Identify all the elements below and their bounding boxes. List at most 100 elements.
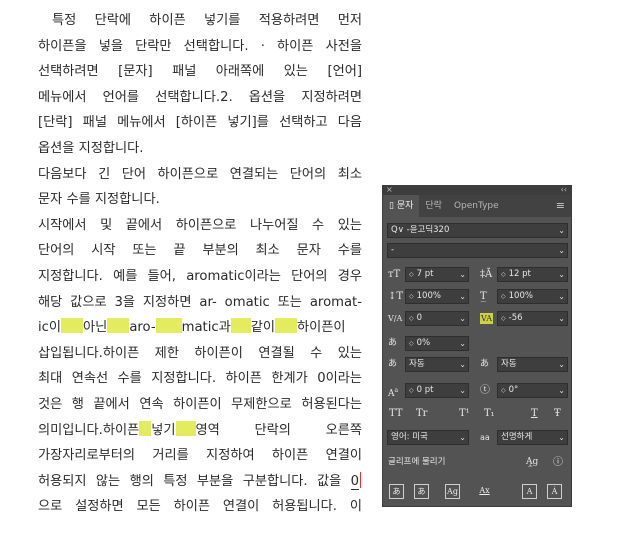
text-run: 해당 값으로 3을 지정하면 ar- omatic 또는 aromat- [38,294,362,310]
highlight-mark [275,318,298,334]
stepper-icon[interactable]: ◇ [501,271,506,278]
text-line: 것은 행 끝에서 연속 하이픈이 무제한으로 허용된다는 [38,392,362,418]
text-line: 의미입니다.하이픈 넣기 영역 단락의 오른쪽 [38,418,362,444]
glyph-icon[interactable]: Ą̲g [526,455,538,470]
text-run: 아닌 [83,320,108,336]
stepper-icon[interactable]: ◇ [501,387,506,394]
aki-right-field[interactable]: 자동 ⌄ [497,357,568,372]
antialias-icon: aa [480,433,490,442]
text-run: 메뉴에서 언어를 선택합니다.2. 옵션을 지정하려면 [38,89,362,105]
highlight-mark [230,318,251,334]
highlight-mark [107,318,130,334]
baseline-shift-icon: Aa [388,387,399,399]
panel-titlebar: × ‹‹ [383,185,571,195]
text-run: aro- [129,320,156,336]
font-size-icon: ᴛT [388,269,401,280]
ascender-button[interactable]: A [522,484,537,499]
em-box-button[interactable]: あ [389,484,404,499]
text-run: 하이픈을 넣을 단락만 선택합니다. · 하이픈 사전을 [38,38,362,54]
font-style-field[interactable]: - ⌄ [387,243,568,258]
aki-left-icon: あ [388,359,398,369]
collapse-icon[interactable]: ‹‹ [561,185,567,194]
chevron-down-icon: ⌄ [459,270,466,279]
text-cursor [360,471,361,488]
vertical-scale-icon: ↕T [388,291,404,302]
text-line: 지정합니다. 예를 들어, aromatic이라는 단어의 경우 [38,264,362,290]
stepper-icon[interactable]: ◇ [409,340,414,347]
baseline-button[interactable]: Ax [477,484,492,499]
leading-icon: ‡Ā [480,269,493,280]
character-panel: × ‹‹ ▯ 문자 단락 OpenType ≡ Q∨ -윤고딕320 ⌄ - ⌄… [382,185,572,507]
text-run: 최대 연속선 수를 지정합니다. 하이픈 한계가 0이라는 [38,371,362,387]
kerning-field[interactable]: ◇ 0 ⌄ [405,311,469,326]
chevron-down-icon: ⌄ [459,314,466,323]
stepper-icon[interactable]: ◇ [409,293,414,300]
chevron-down-icon: ⌄ [459,433,466,442]
rotation-icon: ⓣ [480,385,490,396]
search-icon: Q∨ [391,225,404,235]
aki-left-field[interactable]: 자동 ⌄ [405,357,469,372]
chevron-down-icon: ⌄ [459,386,466,395]
stepper-icon[interactable]: ◇ [501,293,506,300]
text-line: 삽입됩니다.하이픈 제한 하이픈이 연결될 수 있는 [38,341,362,367]
stepper-icon[interactable]: ◇ [409,387,414,394]
text-line: 옵션을 지정합니다. [38,136,362,162]
text-run: 지정합니다. 예를 들어, aromatic이라는 단어의 경우 [38,268,362,284]
chevron-down-icon: ⌄ [558,314,565,323]
stepper-icon[interactable]: ◇ [409,271,414,278]
antialias-field[interactable]: 선명하게 ⌄ [497,430,568,445]
text-line: 시작에서 및 끝에서 하이픈으로 나누어질 수 있는 [38,213,362,239]
strikethrough-button[interactable]: Ŧ [554,408,561,419]
text-run: 시작에서 및 끝에서 하이픈으로 나누어질 수 있는 [38,217,362,233]
stepper-icon[interactable]: ◇ [409,315,414,322]
hamburger-icon[interactable]: ≡ [556,200,565,211]
horizontal-scale-field[interactable]: ◇ 100% ⌄ [497,289,568,304]
chevron-down-icon: ⌄ [459,360,466,369]
text-run: 넣기 [151,422,176,438]
tab-paragraph[interactable]: 단락 [419,195,448,217]
underlined-text: 0 [350,473,359,490]
all-caps-button[interactable]: TT [389,408,403,419]
language-field[interactable]: 영어: 미국 ⌄ [387,430,469,445]
aki-right-icon: あ [480,359,490,369]
text-line: 문자 수를 지정합니다. [38,187,362,213]
text-line: 가장자리로부터의 거리를 지정하여 하이픈 연결이 [38,443,362,469]
text-line: 특정 단락에 하이픈 넣기를 적용하려면 먼저 [38,8,362,34]
tab-character[interactable]: ▯ 문자 [383,195,420,217]
ichf-box-button[interactable]: あ [414,484,429,499]
subscript-button[interactable]: T₁ [484,408,495,419]
font-size-field[interactable]: ◇ 7 pt ⌄ [405,267,469,282]
text-run: 특정 단락에 하이픈 넣기를 적용하려면 먼저 [52,13,362,28]
text-run: 의미입니다.하이픈 [38,422,140,438]
chevron-down-icon: ⌄ [459,339,466,348]
text-run: [단락] 패널 메뉴에서 [하이픈 넣기]를 선택하고 다음 [38,115,362,131]
rotation-field[interactable]: ◇ 0° ⌄ [497,383,568,398]
descender-button[interactable]: Á [547,484,562,499]
text-line: 다음보다 긴 단어 하이픈으로 연결되는 단어의 최소 [38,162,362,188]
underline-button[interactable]: T [531,408,538,419]
tracking-field[interactable]: ◇ -56 ⌄ [497,311,568,326]
superscript-button[interactable]: T¹ [459,408,470,419]
text-line: 최대 연속선 수를 지정합니다. 하이픈 한계가 0이라는 [38,366,362,392]
close-icon[interactable]: × [386,185,393,194]
text-run: 가장자리로부터의 거리를 지정하여 하이픈 연결이 [38,448,362,464]
tsume-field[interactable]: ◇ 0% ⌄ [405,336,469,351]
tab-opentype[interactable]: OpenType [448,195,505,217]
glyph-bounds-button[interactable]: Ag [445,484,460,499]
document-text[interactable]: 특정 단락에 하이픈 넣기를 적용하려면 먼저하이픈을 넣을 단락만 선택합니다… [38,8,362,520]
font-family-field[interactable]: Q∨ -윤고딕320 ⌄ [387,223,568,238]
vertical-scale-field[interactable]: ◇ 100% ⌄ [405,289,469,304]
text-run: 다음보다 긴 단어 하이픈으로 연결되는 단어의 최소 [38,166,362,182]
kerning-icon: V/A [388,314,403,323]
baseline-shift-field[interactable]: ◇ 0 pt ⌄ [405,383,469,398]
horizontal-scale-icon: T̲ [480,291,487,302]
stepper-icon[interactable]: ◇ [501,315,506,322]
info-icon[interactable]: ⓘ [553,455,563,470]
highlight-mark [139,420,152,436]
highlight-mark [61,318,84,334]
leading-field[interactable]: ◇ 12 pt ⌄ [497,267,568,282]
text-run: 으로 설정하면 모든 하이픈 연결이 허용됩니다. 이 [38,499,362,515]
small-caps-button[interactable]: Tr [416,408,427,419]
chevron-down-icon: ⌄ [558,360,565,369]
chevron-down-icon: ⌄ [558,292,565,301]
